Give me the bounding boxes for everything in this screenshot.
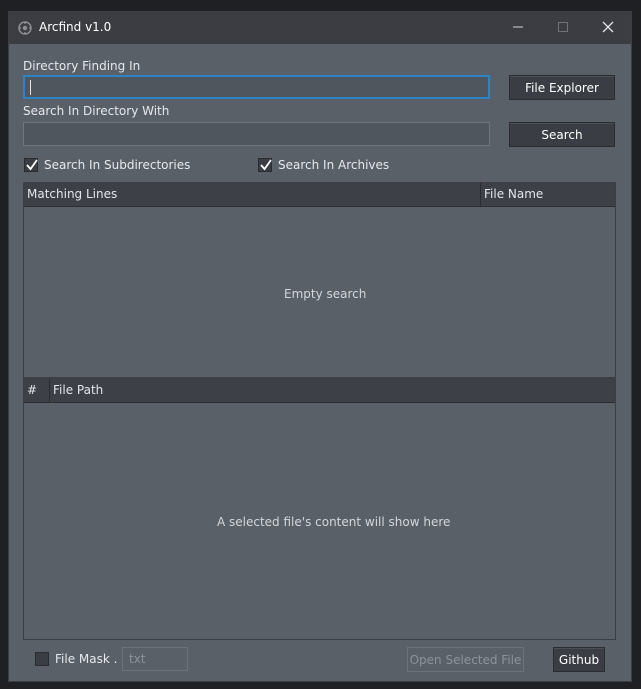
app-window: Arcfind v1.0 Directory Finding In File E… xyxy=(8,11,632,682)
search-button[interactable]: Search xyxy=(509,122,615,147)
content-empty-text: A selected file's content will show here xyxy=(217,515,451,529)
file-mask-label[interactable]: File Mask . xyxy=(55,652,117,666)
content-table[interactable]: # File Path A selected file's content wi… xyxy=(23,378,616,640)
file-mask-placeholder: txt xyxy=(129,652,146,666)
checkmark-icon xyxy=(259,158,273,175)
subdirectories-label[interactable]: Search In Subdirectories xyxy=(44,158,190,172)
title-bar[interactable]: Arcfind v1.0 xyxy=(9,12,631,44)
close-button[interactable] xyxy=(585,12,630,44)
file-mask-checkbox[interactable] xyxy=(35,652,49,666)
column-header-file-name[interactable]: File Name xyxy=(481,183,615,206)
window-title: Arcfind v1.0 xyxy=(39,20,112,34)
directory-label: Directory Finding In xyxy=(23,59,141,73)
app-logo-icon xyxy=(18,21,32,35)
maximize-button[interactable] xyxy=(540,12,585,44)
search-input[interactable] xyxy=(23,122,490,146)
open-selected-file-button[interactable]: Open Selected File xyxy=(407,647,524,672)
subdirectories-checkbox[interactable] xyxy=(24,158,38,172)
file-mask-input[interactable]: txt xyxy=(122,647,188,671)
minimize-button[interactable] xyxy=(495,12,540,44)
archives-label[interactable]: Search In Archives xyxy=(278,158,389,172)
search-label: Search In Directory With xyxy=(23,104,170,118)
column-header-line-number[interactable]: # xyxy=(24,379,49,402)
close-icon xyxy=(602,21,614,36)
text-caret xyxy=(30,80,31,95)
results-table-header: Matching Lines File Name xyxy=(24,183,615,207)
file-explorer-button[interactable]: File Explorer xyxy=(509,75,615,100)
checkmark-icon xyxy=(25,158,39,175)
minimize-icon xyxy=(512,21,523,35)
content-table-header: # File Path xyxy=(24,379,615,403)
github-button[interactable]: Github xyxy=(553,647,605,672)
maximize-icon xyxy=(557,21,568,35)
results-table[interactable]: Matching Lines File Name Empty search xyxy=(23,182,616,378)
results-empty-text: Empty search xyxy=(284,287,367,301)
column-header-file-path[interactable]: File Path xyxy=(50,379,615,402)
column-header-matching-lines[interactable]: Matching Lines xyxy=(24,183,480,206)
directory-input[interactable] xyxy=(23,75,490,99)
archives-checkbox[interactable] xyxy=(258,158,272,172)
